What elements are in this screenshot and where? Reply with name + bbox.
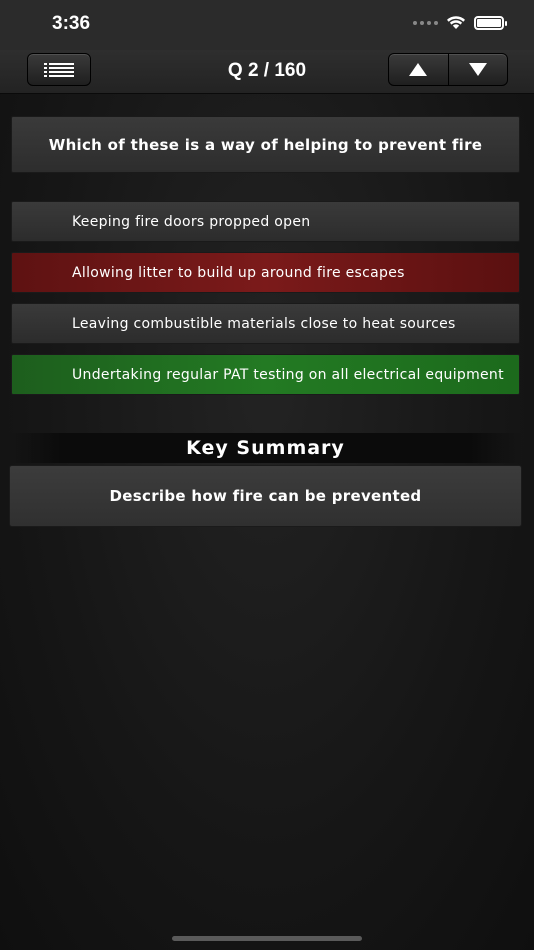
answer-label: Keeping fire doors propped open <box>72 213 311 230</box>
status-time: 3:36 <box>52 13 91 34</box>
answer-option-3[interactable]: Leaving combustible materials close to h… <box>11 303 520 344</box>
battery-icon <box>474 15 507 30</box>
navigation-bar: Q 2 / 160 <box>0 50 534 94</box>
question-nav-group <box>388 53 508 86</box>
arrow-down-icon <box>468 63 487 76</box>
answer-label: Leaving combustible materials close to h… <box>72 315 456 332</box>
answer-label: Allowing litter to build up around fire … <box>72 264 405 281</box>
signal-icon <box>413 20 438 25</box>
answer-option-1[interactable]: Keeping fire doors propped open <box>11 201 520 242</box>
question-text: Which of these is a way of helping to pr… <box>11 116 520 173</box>
answer-option-4-correct[interactable]: Undertaking regular PAT testing on all e… <box>11 354 520 395</box>
wifi-icon <box>447 16 465 29</box>
key-summary-text: Describe how fire can be prevented <box>9 465 522 527</box>
answer-label: Undertaking regular PAT testing on all e… <box>72 366 504 383</box>
next-question-button[interactable] <box>447 54 508 85</box>
previous-question-button[interactable] <box>389 54 448 85</box>
status-icons <box>413 15 507 30</box>
arrow-up-icon <box>409 63 428 76</box>
status-bar: 3:36 <box>0 0 534 50</box>
answer-option-2-wrong[interactable]: Allowing litter to build up around fire … <box>11 252 520 293</box>
home-indicator[interactable] <box>172 936 362 941</box>
key-summary-heading: Key Summary <box>9 433 522 463</box>
